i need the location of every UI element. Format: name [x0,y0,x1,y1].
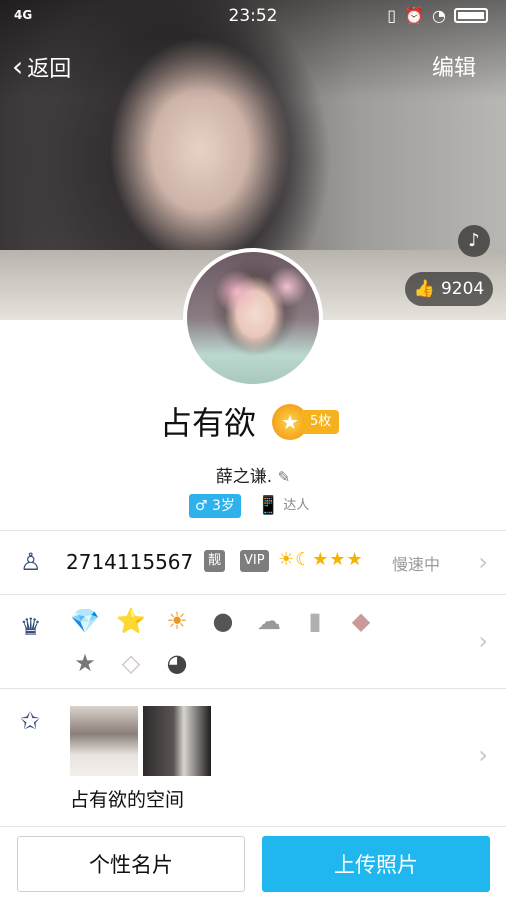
pale-diamond-icon: ◇ [121,649,141,677]
vibrate-icon: ▯ [387,6,397,25]
orange-sun-lv2-icon: ☀ [166,607,188,635]
profile-badges: ♂ 3岁 📱 达人 [189,494,315,518]
level-icons: ☀☾★★★ [278,549,364,570]
gold-diamond-lv2-icon: 💎 [70,607,100,635]
edit-button[interactable]: 编辑 [432,50,476,82]
age-text: 3岁 [212,498,235,514]
upload-photo-button[interactable]: 上传照片 [262,836,490,892]
liang-tag: 靓 [204,550,226,572]
battery-icon [454,8,488,23]
book-icon: ▮ [308,607,322,635]
male-icon: ♂ [195,498,208,514]
penguin-icon: ● [212,607,234,635]
speed-status: 慢速中 [392,555,441,574]
pink-diamond-icon: ◆ [351,607,371,635]
chevron-right-icon: › [478,548,488,576]
star-outline-icon: ✩ [20,707,41,735]
chevron-left-icon: ‹ [12,50,24,83]
back-button[interactable]: ‹ 返回 [12,50,71,83]
vip-tag: VIP [240,550,269,572]
avatar[interactable] [183,248,323,388]
status-bar: 4G 23:52 ▯ ⏰ ◔ [0,0,506,34]
profile-name: 占有欲 [160,404,257,442]
qq-number: 2714115567 [66,550,194,574]
penguin-icon: ♙ [20,548,42,576]
space-label: 占有欲的空间 [70,789,185,811]
green-star-lv2-icon: ⭐ [116,607,146,635]
cloud-icon: ☁ [257,607,281,635]
age-badge: ♂ 3岁 [189,494,241,518]
like-count: 9204 [440,279,485,299]
chevron-right-icon: › [478,741,488,769]
back-label: 返回 [27,56,72,82]
signature[interactable]: 薛之谦. ✎ [0,462,506,487]
space-photo-thumbnail[interactable] [70,706,138,776]
space-photo-thumbnail[interactable] [143,706,211,776]
chevron-right-icon: › [478,627,488,655]
daren-text: 达人 [283,498,310,513]
signature-text: 薛之谦. [215,467,273,487]
thumbs-up-icon: 👍 [413,279,435,299]
grey-star-icon: ★ [74,649,96,677]
penguin-face-icon: ◕ [166,649,188,677]
alarm-icon: ⏰ [404,6,425,25]
divider [0,826,506,827]
pencil-icon: ✎ [277,468,291,486]
like-button[interactable]: 👍 9204 [405,272,493,306]
phone-wings-icon: 📱 [256,495,280,516]
profile-card-button[interactable]: 个性名片 [17,836,245,892]
crown-outline-icon: ♛ [20,613,42,641]
music-icon[interactable]: ♪ [458,225,490,257]
coin-count[interactable]: 5枚 [302,410,340,434]
badge-list: 💎 ⭐ ☀ ● ☁ ▮ ◆ ★ ◇ ◕ [68,605,398,679]
daren-badge[interactable]: 📱 达人 [251,494,315,518]
wifi-icon: ◔ [432,6,446,25]
status-icons: ▯ ⏰ ◔ [387,6,488,25]
